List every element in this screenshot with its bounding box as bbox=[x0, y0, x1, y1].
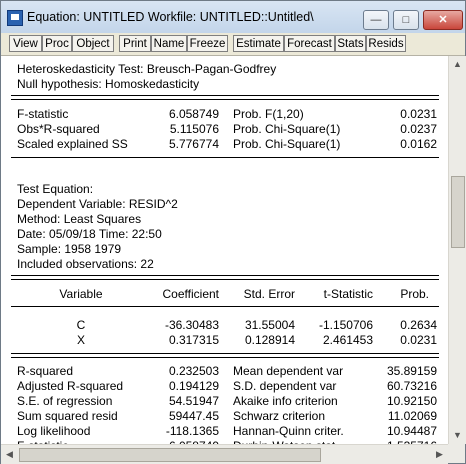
table-cell-std-error: 31.55004 bbox=[244, 318, 295, 332]
summary-value: 0.194129 bbox=[168, 379, 219, 393]
print-button[interactable]: Print bbox=[119, 35, 151, 52]
stat-label: Obs*R-squared bbox=[17, 122, 100, 136]
forecast-button[interactable]: Forecast bbox=[284, 35, 335, 52]
col-header-variable: Variable bbox=[59, 287, 103, 301]
table-cell-coefficient: -36.30483 bbox=[164, 318, 219, 332]
null-hypothesis: Null hypothesis: Homoskedasticity bbox=[17, 77, 200, 91]
summary-value: -118.1365 bbox=[165, 424, 219, 438]
title-bar[interactable]: Equation: UNTITLED Workfile: UNTITLED::U… bbox=[1, 1, 465, 34]
vertical-scroll-thumb[interactable] bbox=[451, 176, 465, 248]
estimation-date: Date: 05/09/18 Time: 22:50 bbox=[17, 227, 162, 241]
summary-label: R-squared bbox=[17, 364, 74, 378]
vertical-scrollbar[interactable]: ▲ ▼ bbox=[448, 56, 466, 444]
summary-value: 59447.45 bbox=[168, 409, 219, 423]
divider bbox=[11, 95, 439, 100]
summary-value: 11.02069 bbox=[387, 409, 437, 423]
summary-value: 35.89159 bbox=[386, 364, 437, 378]
eviews-app-icon bbox=[7, 10, 23, 26]
close-button[interactable]: ✕ bbox=[423, 10, 463, 30]
summary-label: Adjusted R-squared bbox=[17, 379, 124, 393]
table-cell-variable: C bbox=[76, 318, 86, 332]
estimate-button[interactable]: Estimate bbox=[233, 35, 284, 52]
test-equation-header: Test Equation: bbox=[17, 182, 94, 196]
name-button[interactable]: Name bbox=[151, 35, 187, 52]
summary-label: Log likelihood bbox=[17, 424, 91, 438]
col-header-t-statistic: t-Statistic bbox=[323, 287, 373, 301]
test-title: Heteroskedasticity Test: Breusch-Pagan-G… bbox=[17, 62, 277, 76]
stat-value: 6.058749 bbox=[168, 107, 219, 121]
resids-button[interactable]: Resids bbox=[366, 35, 406, 52]
minimize-button[interactable]: — bbox=[363, 10, 389, 30]
table-cell-t-statistic: 2.461453 bbox=[322, 333, 373, 347]
divider bbox=[11, 353, 439, 358]
view-button[interactable]: View bbox=[9, 35, 42, 52]
output-area: Heteroskedasticity Test: Breusch-Pagan-G… bbox=[1, 56, 448, 463]
summary-value: 60.73216 bbox=[386, 379, 437, 393]
summary-value: 10.92150 bbox=[386, 394, 437, 408]
prob-value: 0.0162 bbox=[400, 137, 437, 151]
summary-value: 10.94487 bbox=[386, 424, 437, 438]
divider bbox=[11, 306, 439, 307]
dependent-variable: Dependent Variable: RESID^2 bbox=[17, 197, 178, 211]
prob-label: Prob. F(1,20) bbox=[233, 107, 304, 121]
sample-range: Sample: 1958 1979 bbox=[17, 242, 122, 256]
prob-label: Prob. Chi-Square(1) bbox=[233, 137, 341, 151]
scrollbar-corner bbox=[448, 444, 465, 463]
table-cell-t-statistic: -1.150706 bbox=[318, 318, 373, 332]
stat-label: F-statistic bbox=[17, 107, 69, 121]
summary-value: 54.51947 bbox=[168, 394, 219, 408]
summary-label: S.D. dependent var bbox=[233, 379, 337, 393]
col-header-coefficient: Coefficient bbox=[162, 287, 219, 301]
summary-value: 0.232503 bbox=[168, 364, 219, 378]
scroll-right-arrow-icon[interactable]: ▶ bbox=[431, 445, 448, 464]
equation-window: Equation: UNTITLED Workfile: UNTITLED::U… bbox=[0, 0, 466, 464]
table-cell-prob: 0.2634 bbox=[400, 318, 437, 332]
summary-label: Mean dependent var bbox=[233, 364, 344, 378]
prob-value: 0.0237 bbox=[400, 122, 437, 136]
summary-label: S.E. of regression bbox=[17, 394, 113, 408]
scroll-up-arrow-icon[interactable]: ▲ bbox=[449, 56, 466, 73]
scroll-left-arrow-icon[interactable]: ◀ bbox=[1, 445, 18, 464]
col-header-std-error: Std. Error bbox=[243, 287, 295, 301]
summary-label: Akaike info criterion bbox=[233, 394, 338, 408]
horizontal-scroll-thumb[interactable] bbox=[19, 448, 321, 462]
table-cell-coefficient: 0.317315 bbox=[168, 333, 219, 347]
table-cell-prob: 0.0231 bbox=[400, 333, 437, 347]
table-cell-variable: X bbox=[76, 333, 85, 347]
proc-button[interactable]: Proc bbox=[42, 35, 72, 52]
stat-label: Scaled explained SS bbox=[17, 137, 128, 151]
stat-value: 5.776774 bbox=[168, 137, 219, 151]
stat-value: 5.115076 bbox=[169, 122, 219, 136]
prob-label: Prob. Chi-Square(1) bbox=[233, 122, 341, 136]
summary-label: Schwarz criterion bbox=[233, 409, 326, 423]
maximize-button[interactable]: □ bbox=[393, 10, 419, 30]
divider bbox=[11, 157, 439, 158]
summary-label: Sum squared resid bbox=[17, 409, 118, 423]
scroll-down-arrow-icon[interactable]: ▼ bbox=[449, 427, 466, 444]
horizontal-scrollbar[interactable]: ◀ ▶ bbox=[1, 444, 448, 464]
freeze-button[interactable]: Freeze bbox=[187, 35, 228, 52]
estimation-method: Method: Least Squares bbox=[17, 212, 142, 226]
summary-label: Hannan-Quinn criter. bbox=[233, 424, 344, 438]
table-cell-std-error: 0.128914 bbox=[244, 333, 295, 347]
divider bbox=[11, 275, 439, 280]
col-header-prob: Prob. bbox=[400, 287, 429, 301]
stats-button[interactable]: Stats bbox=[335, 35, 366, 52]
window-title: Equation: UNTITLED Workfile: UNTITLED::U… bbox=[27, 10, 314, 24]
toolbar: View Proc Object Print Name Freeze Estim… bbox=[1, 33, 465, 56]
prob-value: 0.0231 bbox=[400, 107, 437, 121]
object-button[interactable]: Object bbox=[72, 35, 114, 52]
included-observations: Included observations: 22 bbox=[17, 257, 154, 271]
